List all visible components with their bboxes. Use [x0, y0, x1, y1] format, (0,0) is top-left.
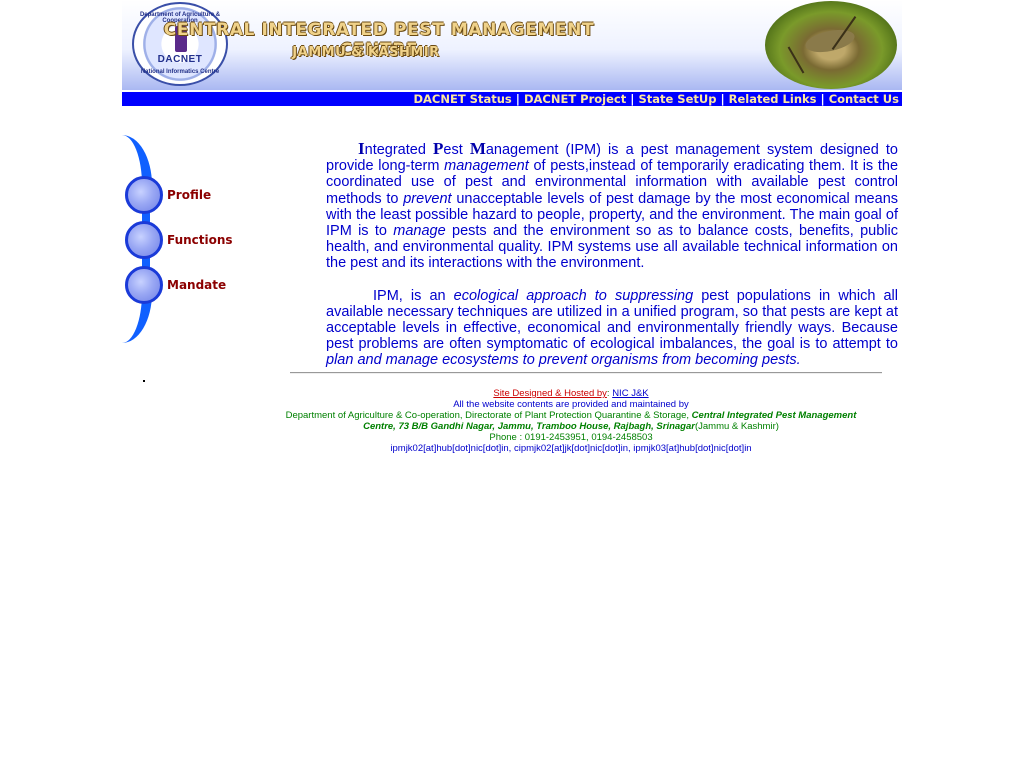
nav-contact-us[interactable]: Contact Us — [826, 92, 902, 106]
nav-dacnet-project[interactable]: DACNET Project — [521, 92, 629, 106]
menu-item-profile[interactable]: Profile — [125, 176, 211, 214]
top-nav-bar: DACNET Status | DACNET Project | State S… — [122, 90, 902, 106]
footer-maintained-line: All the website contents are provided an… — [453, 399, 689, 410]
footer-dept-line: Department of Agriculture & Co-operation… — [285, 410, 857, 421]
nav-state-setup[interactable]: State SetUp — [635, 92, 719, 106]
menu-item-functions[interactable]: Functions — [125, 221, 233, 259]
site-subtitle: JAMMU & KASHMIR — [292, 45, 440, 60]
orb-icon — [125, 176, 163, 214]
nav-related-links[interactable]: Related Links — [726, 92, 820, 106]
footer-credits: Site Designed & Hosted by: NIC J&K — [493, 388, 649, 399]
menu-item-label: Mandate — [167, 278, 227, 292]
side-menu: Profile Functions Mandate — [122, 135, 242, 345]
footer-phone: Phone : 0191-2453951, 0194-2458503 — [489, 432, 653, 443]
footer-emails: ipmjk02[at]hub[dot]nic[dot]in, cipmjk02[… — [390, 443, 752, 454]
orb-icon — [125, 221, 163, 259]
footer-divider — [290, 372, 882, 374]
nic-jk-link[interactable]: NIC J&K — [612, 388, 648, 399]
menu-item-label: Functions — [167, 233, 233, 247]
nav-dacnet-status[interactable]: DACNET Status — [410, 92, 514, 106]
logo-ring-bottom: National Informatics Centre — [140, 69, 220, 75]
grasshopper-image — [765, 1, 897, 89]
paragraph-ipm-approach: IPM, is an ecological approach to suppre… — [326, 287, 898, 369]
orb-icon — [125, 266, 163, 304]
menu-item-label: Profile — [167, 188, 212, 202]
paragraph-ipm-definition: Integrated Pest Management (IPM) is a pe… — [326, 139, 899, 272]
nav-links: DACNET Status | DACNET Project | State S… — [410, 92, 902, 106]
site-designed-link[interactable]: Site Designed & Hosted by — [493, 388, 607, 399]
decorative-dot — [143, 380, 145, 382]
menu-item-mandate[interactable]: Mandate — [125, 266, 226, 304]
footer: Site Designed & Hosted by: NIC J&K All t… — [260, 388, 882, 454]
footer-address-line: Centre, 73 B/B Gandhi Nagar, Jammu, Tram… — [363, 421, 779, 432]
ipm-description: Integrated Pest Management (IPM) is a pe… — [326, 139, 899, 369]
